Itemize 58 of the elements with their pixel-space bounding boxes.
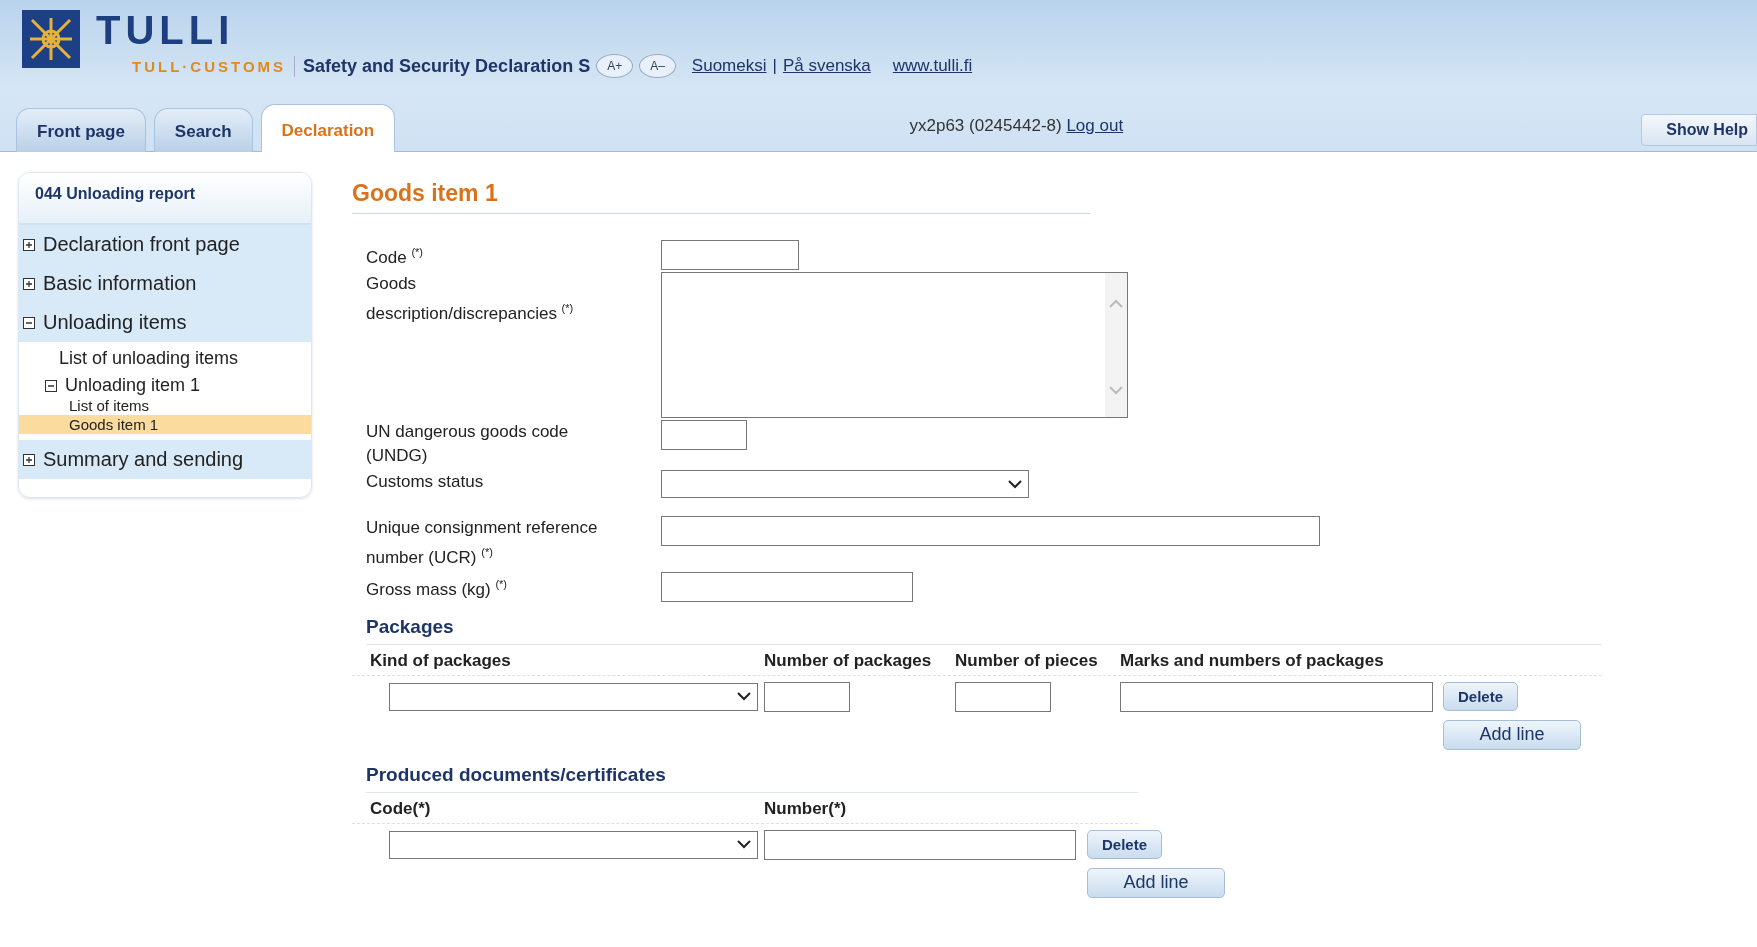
logout-link[interactable]: Log out bbox=[1066, 116, 1124, 136]
font-size-button[interactable]: A+ bbox=[596, 54, 634, 78]
delete-button[interactable]: Delete bbox=[1443, 682, 1519, 712]
brand-name: TULLI bbox=[96, 10, 236, 50]
page-title: Goods item 1 bbox=[352, 180, 1090, 214]
text-field[interactable] bbox=[764, 681, 850, 712]
add-line-button[interactable]: Add line bbox=[1443, 719, 1581, 750]
brand-subtitle: TULL·CUSTOMS bbox=[132, 57, 287, 75]
chevron-down-icon bbox=[737, 840, 751, 850]
column-header: Number of packages bbox=[764, 650, 933, 671]
text-field[interactable] bbox=[661, 516, 1320, 546]
logo-icon bbox=[22, 10, 80, 68]
nav-tab[interactable]: Search bbox=[153, 108, 253, 152]
chevron-down-icon bbox=[1008, 479, 1022, 489]
field-label: Code $^{(*)}$ bbox=[366, 245, 424, 269]
text-field[interactable] bbox=[661, 571, 913, 602]
text-field[interactable] bbox=[661, 420, 747, 450]
collapse-icon[interactable] bbox=[45, 379, 57, 392]
field-label: UN dangerous goods code (UNDG) bbox=[366, 421, 570, 467]
service-title: Safety and Security Declaration S bbox=[294, 55, 591, 77]
nav-tab[interactable]: Front page bbox=[16, 108, 146, 152]
section-title: Packages bbox=[366, 615, 1602, 645]
delete-button[interactable]: Delete bbox=[1087, 830, 1163, 860]
collapse-icon[interactable] bbox=[23, 316, 35, 329]
field-label: Unique consignment reference number (UCR) $^{(*)}$ bbox=[366, 517, 599, 569]
field-label: Customs status bbox=[366, 471, 485, 493]
sidebar-item[interactable]: Goods item 1 bbox=[19, 415, 311, 434]
add-line-button[interactable]: Add line bbox=[1087, 867, 1225, 898]
dropdown-field[interactable] bbox=[661, 470, 1029, 498]
dropdown-field[interactable] bbox=[389, 682, 758, 711]
text-field[interactable] bbox=[955, 681, 1051, 712]
section-title: Produced documents/certificates bbox=[366, 763, 1138, 793]
text-field[interactable] bbox=[661, 240, 799, 270]
expand-icon[interactable] bbox=[23, 277, 35, 290]
column-header: Kind of packages bbox=[370, 650, 512, 671]
sidebar-item[interactable]: Unloading item 1 bbox=[65, 375, 201, 396]
dropdown-field[interactable] bbox=[389, 830, 758, 859]
sidebar-item[interactable]: List of items bbox=[19, 396, 311, 415]
expand-icon[interactable] bbox=[23, 238, 35, 251]
column-header: Code(*) bbox=[370, 798, 432, 819]
field-label: Gross mass (kg) $^{(*)}$ bbox=[366, 576, 508, 601]
field-label: Goods description/discrepancies $^{(*)}$ bbox=[366, 273, 575, 325]
expand-icon[interactable] bbox=[23, 453, 35, 466]
link-separator: | bbox=[772, 56, 777, 76]
column-header: Marks and numbers of packages bbox=[1120, 650, 1385, 671]
column-header: Number(*) bbox=[764, 798, 848, 819]
website-link[interactable]: www.tulli.fi bbox=[892, 56, 973, 76]
text-field[interactable] bbox=[764, 829, 1076, 860]
sidebar-item[interactable]: List of unloading items bbox=[19, 342, 311, 369]
text-field[interactable] bbox=[1120, 681, 1433, 712]
language-link[interactable]: På svenska bbox=[782, 56, 871, 76]
show-help-button[interactable]: Show Help bbox=[1641, 114, 1757, 146]
language-link[interactable]: Suomeksi bbox=[691, 56, 767, 76]
sidebar-title: 044 Unloading report bbox=[19, 173, 311, 225]
user-id: yx2p63 (0245442-8) bbox=[909, 116, 1062, 136]
font-size-button[interactable]: A– bbox=[639, 54, 676, 78]
column-header: Number of pieces bbox=[955, 650, 1099, 671]
chevron-down-icon bbox=[737, 692, 751, 702]
